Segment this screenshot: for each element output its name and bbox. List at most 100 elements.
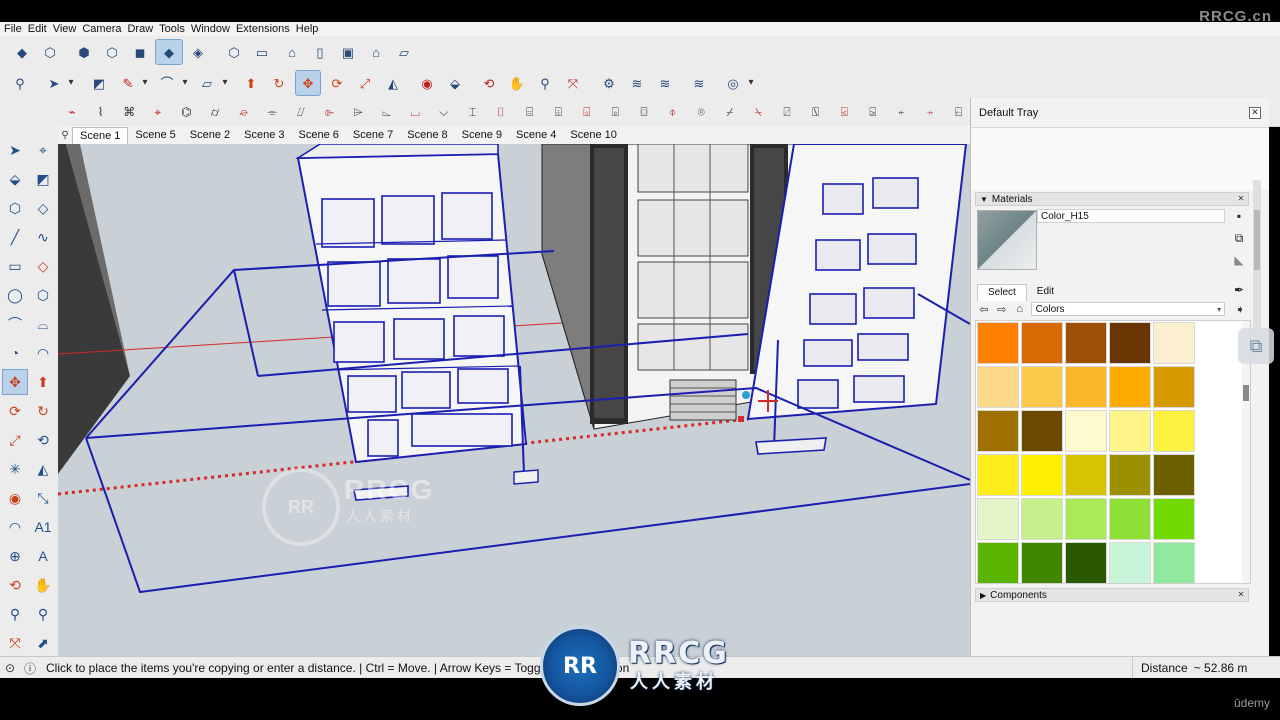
plugin-tool-icon[interactable]: ⌇ [91, 102, 111, 122]
color-swatch[interactable] [1065, 410, 1107, 452]
tab-scene-4[interactable]: Scene 4 [509, 129, 563, 141]
color-swatch[interactable] [977, 410, 1019, 452]
offset-icon[interactable]: ⟲ [31, 428, 55, 452]
color-swatch[interactable] [977, 322, 1019, 364]
color-swatch[interactable] [1021, 410, 1063, 452]
color-swatch[interactable] [1021, 542, 1063, 583]
zoom-icon[interactable]: ⚲ [534, 71, 556, 95]
arc-icon[interactable]: ⌒ [3, 312, 27, 336]
menu-tools[interactable]: Tools [156, 23, 188, 35]
color-swatch[interactable] [1021, 498, 1063, 540]
measurements-box[interactable]: Distance ~ 52.86 m [1132, 657, 1280, 679]
chevron-down-icon[interactable]: ▾ [140, 71, 150, 95]
plugin-tool-icon[interactable]: ⍃ [834, 102, 854, 122]
paint-icon[interactable]: ⬙ [3, 167, 27, 191]
plugin-tool-icon[interactable]: ⌷ [491, 102, 511, 122]
pan-icon[interactable]: ✋ [31, 573, 55, 597]
lasso-icon[interactable]: ⌖ [31, 138, 55, 162]
plugin-tool-icon[interactable]: ⍇ [949, 102, 969, 122]
offset-icon[interactable]: ◭ [382, 71, 404, 95]
plugin-tool-icon[interactable]: ⍅ [891, 102, 911, 122]
extension-manager-icon[interactable]: ≋ [688, 71, 710, 95]
zoom-extents-icon[interactable]: ⤧ [3, 631, 27, 655]
three-point-arc-icon[interactable]: ◠ [31, 341, 55, 365]
plugin-tool-icon[interactable]: ⌱ [319, 102, 339, 122]
tag-icon[interactable]: ◇ [31, 196, 55, 220]
plugin-tool-icon[interactable]: ⌼ [634, 102, 654, 122]
plugin-tool-icon[interactable]: ⌁ [62, 102, 82, 122]
color-swatch[interactable] [1153, 454, 1195, 496]
forward-arrow-icon[interactable]: ⇨ [993, 301, 1011, 317]
color-swatch[interactable] [1065, 366, 1107, 408]
menu-draw[interactable]: Draw [124, 23, 156, 35]
chevron-down-icon[interactable]: ▾ [220, 71, 230, 95]
tray-scroll-thumb[interactable] [1254, 210, 1260, 270]
plugin-tool-icon[interactable]: ⌘ [119, 102, 139, 122]
home-icon[interactable]: ⌂ [1011, 301, 1029, 317]
tab-scene-5[interactable]: Scene 5 [128, 129, 182, 141]
wireframe-icon[interactable]: ⬡ [100, 40, 124, 64]
color-swatch[interactable] [1153, 366, 1195, 408]
color-swatch[interactable] [977, 366, 1019, 408]
scale-icon[interactable]: ⤢ [3, 428, 27, 452]
move-icon[interactable]: ✥ [2, 369, 28, 395]
color-swatch[interactable] [1109, 366, 1151, 408]
eraser-icon[interactable]: ◩ [88, 71, 110, 95]
color-swatch[interactable] [1153, 322, 1195, 364]
right-view-icon[interactable]: ▣ [336, 40, 360, 64]
group-icon[interactable]: ⬡ [38, 40, 62, 64]
plugin-tool-icon[interactable]: ⍁ [777, 102, 797, 122]
tab-scene-8[interactable]: Scene 8 [400, 129, 454, 141]
color-swatch[interactable] [1109, 410, 1151, 452]
details-arrow-icon[interactable]: ➧ [1231, 301, 1249, 317]
shaded-icon[interactable]: ◆ [155, 39, 183, 65]
menu-camera[interactable]: Camera [79, 23, 124, 35]
color-swatch[interactable] [1065, 542, 1107, 583]
plugin-tool-icon[interactable]: ⌮ [234, 102, 254, 122]
top-view-icon[interactable]: ▭ [250, 40, 274, 64]
zoom-extents-icon[interactable]: ⤧ [562, 71, 584, 95]
floating-tool-icon[interactable]: ⧉ [1238, 328, 1274, 364]
plugin-tool-icon[interactable]: ⌲ [348, 102, 368, 122]
color-swatch[interactable] [1021, 322, 1063, 364]
color-swatch[interactable] [977, 498, 1019, 540]
scale-icon[interactable]: ⤢ [354, 71, 376, 95]
walk-icon[interactable]: ⬈ [31, 631, 55, 655]
freehand-icon[interactable]: ∿ [31, 225, 55, 249]
back-view-icon[interactable]: ⌂ [364, 40, 388, 64]
close-icon[interactable]: ✕ [1237, 591, 1245, 599]
hidden-line-icon[interactable]: ◼ [128, 40, 152, 64]
extension-warehouse-icon[interactable]: ≋ [626, 71, 648, 95]
plugin-tool-icon[interactable]: ⌭ [205, 102, 225, 122]
plugin-tool-icon[interactable]: ⌴ [405, 102, 425, 122]
pencil-icon[interactable]: ✎ [118, 71, 138, 95]
tab-scene-1[interactable]: Scene 1 [72, 126, 129, 144]
menu-extensions[interactable]: Extensions [233, 23, 293, 35]
color-swatch[interactable] [1153, 542, 1195, 583]
axes-tool-icon[interactable]: ⊕ [3, 544, 27, 568]
chevron-down-icon[interactable]: ▾ [66, 71, 76, 95]
color-swatch[interactable] [1065, 322, 1107, 364]
orbit-icon[interactable]: ⟲ [3, 573, 27, 597]
tape-measure-icon[interactable]: ◉ [3, 486, 27, 510]
plugin-tool-icon[interactable]: ⌬ [176, 102, 196, 122]
swatch-scroll-thumb[interactable] [1243, 385, 1249, 401]
create-material-icon[interactable]: ⧉ [1231, 230, 1247, 246]
circle-icon[interactable]: ◯ [3, 283, 27, 307]
menu-edit[interactable]: Edit [25, 23, 50, 35]
tab-scene-3[interactable]: Scene 3 [237, 129, 291, 141]
rectangle-icon[interactable]: ▭ [3, 254, 27, 278]
plugin-tool-icon[interactable]: ⌰ [291, 102, 311, 122]
close-icon[interactable]: ✕ [1249, 106, 1261, 119]
plugin-tool-icon[interactable]: ⌳ [377, 102, 397, 122]
two-point-arc-icon[interactable]: ⌓ [31, 312, 55, 336]
material-name-field[interactable]: Color_H15 [1037, 209, 1225, 223]
color-swatch[interactable] [977, 542, 1019, 583]
color-swatch[interactable] [1153, 410, 1195, 452]
search-icon[interactable]: ⚲ [8, 71, 32, 95]
push-pull-icon[interactable]: ⬆ [31, 370, 55, 394]
plugin-tool-icon[interactable]: ⌹ [548, 102, 568, 122]
tab-scene-6[interactable]: Scene 6 [292, 129, 346, 141]
chevron-down-icon[interactable]: ▾ [746, 71, 756, 95]
library-select[interactable]: Colors ▾ [1030, 302, 1226, 316]
